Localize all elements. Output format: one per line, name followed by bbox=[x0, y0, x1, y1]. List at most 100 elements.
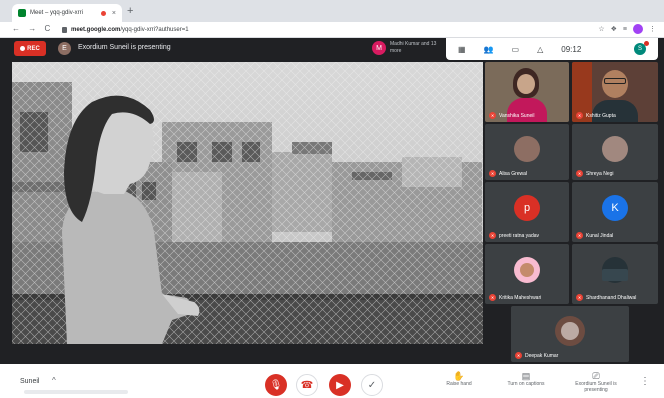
participant-tile[interactable]: ✕ Shardhanand Dhaliwal bbox=[572, 244, 658, 304]
presentation-stage bbox=[12, 62, 483, 344]
captions-button[interactable]: ▤ Turn on captions bbox=[504, 371, 548, 388]
record-dot-icon bbox=[20, 46, 26, 51]
browser-toolbar: ← → C meet.google.com /yqq-gdiv-xrri?aut… bbox=[0, 22, 664, 38]
mic-off-icon: ✕ bbox=[576, 170, 583, 177]
url-path: /yqq-gdiv-xrri?authuser=1 bbox=[120, 27, 189, 33]
participant-name: Kritika Maheshwari bbox=[499, 294, 542, 301]
presentation-photo bbox=[12, 62, 483, 344]
tab-title: Meet – yqq-gdiv-xrri bbox=[30, 10, 84, 16]
phone-hangup-icon: ☎ bbox=[300, 379, 314, 391]
participant-label: ✕ Deepak Kumar bbox=[515, 352, 558, 359]
participant-tile[interactable]: ✕ Vanshika Suneil bbox=[485, 62, 569, 122]
camera-toggle-button[interactable]: ▶ bbox=[329, 374, 351, 396]
activities-icon[interactable]: △ bbox=[537, 45, 543, 54]
meeting-info-panel: ▦ 👥 ▭ △ 09:12 S bbox=[446, 38, 658, 60]
participant-name: Kshitiz Gupta bbox=[586, 112, 616, 119]
participant-label: ✕ Shardhanand Dhaliwal bbox=[576, 294, 636, 301]
participant-name: Kunal Jindal bbox=[586, 232, 614, 239]
captions-icon: ▤ bbox=[521, 371, 531, 381]
present-label: Exordium Suneil is presenting bbox=[575, 381, 617, 393]
participant-label: ✕ Alisa Grewal bbox=[489, 170, 527, 177]
tab-close-icon[interactable]: × bbox=[112, 10, 116, 17]
chat-icon[interactable]: ▭ bbox=[512, 45, 520, 54]
extension-area: ☆ ❖ ≡ ⋮ bbox=[598, 24, 656, 34]
raise-hand-label: Raise hand bbox=[446, 381, 472, 387]
participant-name: Alisa Grewal bbox=[499, 170, 528, 177]
raise-hand-button[interactable]: ✋ Raise hand bbox=[437, 372, 481, 388]
recording-badge: REC bbox=[14, 41, 46, 56]
participant-name: Shreya Negi bbox=[586, 170, 614, 177]
grid-layout-icon[interactable]: ▦ bbox=[458, 45, 466, 54]
profile-avatar[interactable] bbox=[633, 24, 643, 34]
extension-icon[interactable]: ❖ bbox=[611, 25, 617, 33]
browser-tab-bar: Meet – yqq-gdiv-xrri × + bbox=[0, 0, 664, 22]
participant-photo bbox=[602, 269, 628, 282]
participant-tile[interactable]: ✕ Kshitiz Gupta bbox=[572, 62, 658, 122]
participant-label: ✕ Kunal Jindal bbox=[576, 232, 613, 239]
mic-off-icon: ✕ bbox=[489, 294, 496, 301]
participant-label: ✕ Kritika Maheshwari bbox=[489, 294, 541, 301]
participant-tile[interactable]: p ✕ preeti ratna yadav bbox=[485, 182, 569, 242]
participant-tile[interactable]: ✕ Deepak Kumar bbox=[511, 306, 629, 362]
participant-photo bbox=[520, 263, 534, 278]
recording-indicator-icon bbox=[100, 10, 106, 16]
address-bar[interactable]: meet.google.com /yqq-gdiv-xrri?authuser=… bbox=[62, 24, 582, 36]
notification-badge bbox=[644, 41, 649, 46]
end-call-button[interactable]: ☎ bbox=[296, 374, 318, 396]
participant-name: Vanshika Suneil bbox=[499, 112, 535, 119]
clock: 09:12 bbox=[561, 44, 582, 54]
participant-tile[interactable]: ✕ Alisa Grewal bbox=[485, 124, 569, 180]
participant-label: ✕ Kshitiz Gupta bbox=[576, 112, 616, 119]
mic-off-icon: ✕ bbox=[489, 112, 496, 119]
star-icon[interactable]: ☆ bbox=[598, 25, 604, 33]
captions-label: Turn on captions bbox=[507, 381, 545, 387]
new-tab-button[interactable]: + bbox=[127, 5, 133, 17]
participant-tile[interactable]: K ✕ Kunal Jindal bbox=[572, 182, 658, 242]
mic-off-icon: ✕ bbox=[489, 170, 496, 177]
participant-label: ✕ Shreya Negi bbox=[576, 170, 614, 177]
participant-tile[interactable]: ✕ Kritika Maheshwari bbox=[485, 244, 569, 304]
meeting-name[interactable]: Suneil bbox=[20, 378, 39, 385]
browser-menu-icon[interactable]: ⋮ bbox=[649, 25, 656, 33]
browser-tab[interactable]: Meet – yqq-gdiv-xrri × bbox=[12, 4, 122, 22]
presenting-text: Exordium Suneil is presenting bbox=[78, 44, 171, 51]
url-host: meet.google.com bbox=[71, 27, 121, 33]
participants-chip-avatar[interactable]: M bbox=[372, 41, 386, 55]
reading-list-icon[interactable]: ≡ bbox=[623, 26, 627, 33]
participant-face bbox=[602, 70, 628, 98]
mic-off-icon: ✕ bbox=[576, 112, 583, 119]
mic-off-icon: ✕ bbox=[576, 294, 583, 301]
participant-avatar: p bbox=[514, 195, 540, 222]
participant-name: Deepak Kumar bbox=[525, 352, 559, 359]
glasses-icon bbox=[604, 78, 626, 84]
more-options-icon[interactable]: ⋮ bbox=[640, 376, 650, 387]
recording-label: REC bbox=[27, 45, 40, 52]
self-avatar[interactable]: S bbox=[634, 41, 649, 55]
participants-chip-text[interactable]: Madhi Kumar and 13 more bbox=[390, 41, 440, 55]
scrollbar[interactable] bbox=[24, 390, 128, 394]
present-button[interactable]: ⎚ Exordium Suneil is presenting bbox=[574, 371, 618, 394]
meet-favicon-icon bbox=[18, 9, 26, 17]
participant-avatar bbox=[602, 135, 628, 162]
presenter-avatar: E bbox=[58, 42, 71, 55]
participant-label: ✕ preeti ratna yadav bbox=[489, 232, 539, 239]
participant-avatar bbox=[602, 257, 628, 284]
mic-toggle-button[interactable]: 🎙 bbox=[265, 374, 287, 396]
people-icon[interactable]: 👥 bbox=[484, 45, 494, 54]
participant-avatar bbox=[555, 315, 585, 346]
participant-name: preeti ratna yadav bbox=[499, 232, 540, 239]
chevron-up-icon[interactable]: ^ bbox=[52, 376, 56, 385]
participant-label: ✕ Vanshika Suneil bbox=[489, 112, 535, 119]
present-screen-icon: ⎚ bbox=[592, 371, 600, 381]
mic-off-icon: ✕ bbox=[489, 232, 496, 239]
self-avatar-initial: S bbox=[637, 46, 642, 52]
participant-face bbox=[517, 74, 535, 94]
participant-avatar: K bbox=[602, 195, 628, 222]
participant-avatar bbox=[514, 135, 540, 162]
checkmark-icon: ✓ bbox=[367, 379, 377, 391]
mic-off-icon: ✕ bbox=[576, 232, 583, 239]
nav-buttons[interactable]: ← → C bbox=[12, 24, 53, 33]
participant-tile[interactable]: ✕ Shreya Negi bbox=[572, 124, 658, 180]
check-button[interactable]: ✓ bbox=[361, 374, 383, 396]
participant-photo bbox=[561, 321, 579, 340]
